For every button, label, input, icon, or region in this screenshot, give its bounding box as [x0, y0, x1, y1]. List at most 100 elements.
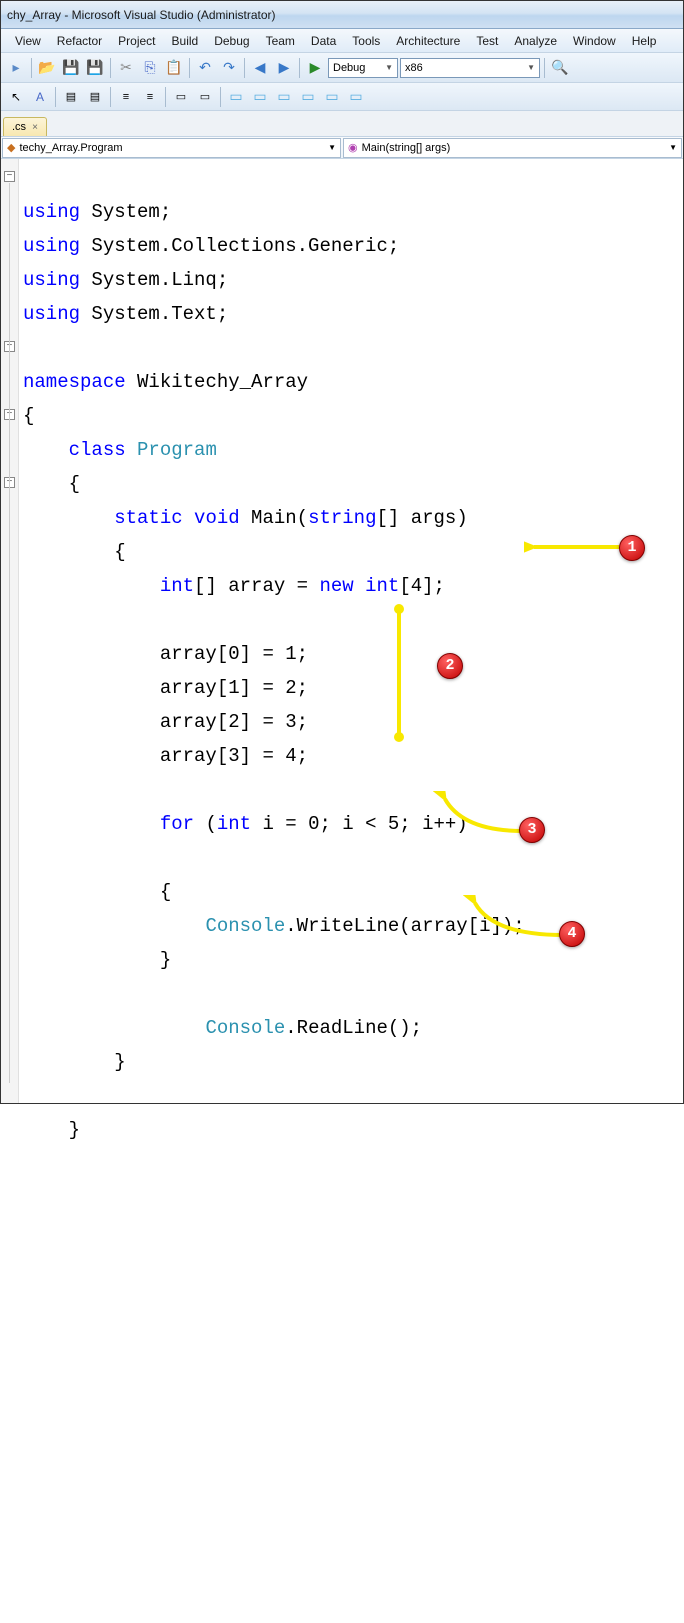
- type-name: Console: [205, 1017, 285, 1039]
- menu-project[interactable]: Project: [110, 32, 163, 50]
- menu-analyze[interactable]: Analyze: [506, 32, 565, 50]
- code-text: Main(: [240, 507, 308, 529]
- class-dropdown[interactable]: ◆ techy_Array.Program ▼: [2, 138, 341, 158]
- window5-icon[interactable]: ▭: [321, 86, 343, 108]
- copy-icon[interactable]: ⎘: [139, 57, 161, 79]
- code-text: .ReadLine();: [285, 1017, 422, 1039]
- code-text: }: [23, 1051, 126, 1073]
- fold-toggle[interactable]: −: [4, 171, 15, 182]
- code-text: Wikitechy_Array: [126, 371, 308, 393]
- annotation-bracket-2: [393, 603, 423, 743]
- code-text: {: [23, 473, 80, 495]
- chevron-down-icon: ▼: [385, 63, 393, 72]
- menu-team[interactable]: Team: [258, 32, 303, 50]
- indent-icon[interactable]: ▤: [60, 86, 82, 108]
- window2-icon[interactable]: ▭: [249, 86, 271, 108]
- menu-build[interactable]: Build: [164, 32, 207, 50]
- method-icon: ◉: [348, 141, 358, 154]
- code-text: i = 0; i < 5; i++): [251, 813, 468, 835]
- toolbar-separator: [110, 58, 111, 78]
- save-all-icon[interactable]: 💾: [84, 57, 106, 79]
- toolbar-separator: [299, 58, 300, 78]
- keyword: using: [23, 303, 80, 325]
- redo-icon[interactable]: ↷: [218, 57, 240, 79]
- new-project-icon[interactable]: ▸: [5, 57, 27, 79]
- code-text: (: [194, 813, 217, 835]
- bookmark-icon[interactable]: ▭: [170, 86, 192, 108]
- menu-architecture[interactable]: Architecture: [388, 32, 468, 50]
- pointer-icon[interactable]: ↖: [5, 86, 27, 108]
- code-text: array[1] = 2;: [23, 677, 308, 699]
- indent: [23, 575, 160, 597]
- window6-icon[interactable]: ▭: [345, 86, 367, 108]
- keyword: void: [194, 507, 240, 529]
- platform-dropdown[interactable]: x86 ▼: [400, 58, 540, 78]
- menu-debug[interactable]: Debug: [206, 32, 257, 50]
- code-nav-bar: ◆ techy_Array.Program ▼ ◉ Main(string[] …: [1, 137, 683, 159]
- indent: [23, 1017, 205, 1039]
- indent: [23, 813, 160, 835]
- tab-close-icon[interactable]: ×: [32, 122, 38, 133]
- keyword: new: [319, 575, 353, 597]
- uncomment-icon[interactable]: ≡: [139, 86, 161, 108]
- config-dropdown[interactable]: Debug ▼: [328, 58, 398, 78]
- bookmark-next-icon[interactable]: ▭: [194, 86, 216, 108]
- keyword: using: [23, 235, 80, 257]
- document-tab[interactable]: .cs ×: [3, 117, 47, 136]
- toolbar-separator: [110, 87, 111, 107]
- window3-icon[interactable]: ▭: [273, 86, 295, 108]
- code-text: array[0] = 1;: [23, 643, 308, 665]
- main-toolbar: ▸ 📂 💾 💾 ✂ ⎘ 📋 ↶ ↷ ◀ ▶ ▶ Debug ▼ x86 ▼ 🔍: [1, 53, 683, 83]
- code-editor[interactable]: − − − − using System; using System.Colle…: [1, 159, 683, 1103]
- code-text: {: [23, 881, 171, 903]
- keyword: using: [23, 201, 80, 223]
- outdent-icon[interactable]: ▤: [84, 86, 106, 108]
- chevron-down-icon: ▼: [669, 143, 677, 152]
- code-text: }: [23, 1119, 80, 1141]
- window4-icon[interactable]: ▭: [297, 86, 319, 108]
- keyword: namespace: [23, 371, 126, 393]
- paste-icon[interactable]: 📋: [163, 57, 185, 79]
- indent: [23, 915, 205, 937]
- menu-refactor[interactable]: Refactor: [49, 32, 110, 50]
- text-tool-icon[interactable]: A: [29, 86, 51, 108]
- keyword: for: [160, 813, 194, 835]
- menu-data[interactable]: Data: [303, 32, 344, 50]
- save-icon[interactable]: 💾: [60, 57, 82, 79]
- menu-test[interactable]: Test: [468, 32, 506, 50]
- find-icon[interactable]: 🔍: [549, 57, 571, 79]
- code-text: .WriteLine(array[i]);: [285, 915, 524, 937]
- code-text: {: [23, 541, 126, 563]
- window-icon[interactable]: ▭: [225, 86, 247, 108]
- nav-fwd-icon[interactable]: ▶: [273, 57, 295, 79]
- chevron-down-icon: ▼: [328, 143, 336, 152]
- undo-icon[interactable]: ↶: [194, 57, 216, 79]
- toolbar-separator: [220, 87, 221, 107]
- document-tabstrip: .cs ×: [1, 111, 683, 137]
- toolbar-separator: [244, 58, 245, 78]
- menu-bar: View Refactor Project Build Debug Team D…: [1, 29, 683, 53]
- keyword: using: [23, 269, 80, 291]
- callout-3: 3: [519, 817, 545, 843]
- editor-gutter[interactable]: − − − −: [1, 159, 19, 1103]
- member-dropdown[interactable]: ◉ Main(string[] args) ▼: [343, 138, 682, 158]
- menu-tools[interactable]: Tools: [344, 32, 388, 50]
- cut-icon[interactable]: ✂: [115, 57, 137, 79]
- type-name: Console: [205, 915, 285, 937]
- code-text: array[3] = 4;: [23, 745, 308, 767]
- comment-icon[interactable]: ≡: [115, 86, 137, 108]
- keyword: int: [365, 575, 399, 597]
- space: [126, 439, 137, 461]
- menu-window[interactable]: Window: [565, 32, 624, 50]
- code-text: System;: [80, 201, 171, 223]
- code-text[interactable]: using System; using System.Collections.G…: [19, 159, 683, 1103]
- open-icon[interactable]: 📂: [36, 57, 58, 79]
- menu-view[interactable]: View: [7, 32, 49, 50]
- config-value: Debug: [333, 62, 365, 74]
- start-icon[interactable]: ▶: [304, 57, 326, 79]
- window-titlebar: chy_Array - Microsoft Visual Studio (Adm…: [1, 1, 683, 29]
- indent: [23, 507, 114, 529]
- menu-help[interactable]: Help: [624, 32, 665, 50]
- indent: [23, 439, 69, 461]
- nav-back-icon[interactable]: ◀: [249, 57, 271, 79]
